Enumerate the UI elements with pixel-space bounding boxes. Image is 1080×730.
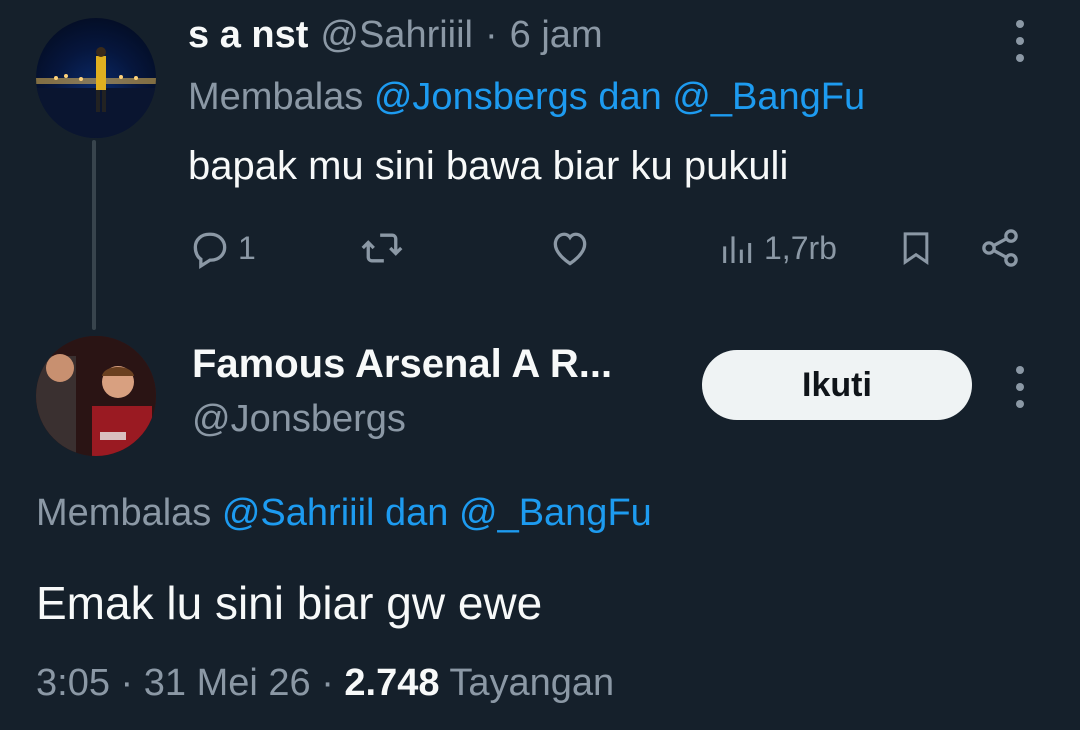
retweet-icon	[361, 233, 403, 263]
heart-icon	[553, 232, 587, 266]
reply-count: 1	[238, 229, 256, 266]
share-button[interactable]	[978, 222, 1022, 274]
replying-prefix: Membalas	[36, 492, 212, 534]
separator: ·	[120, 662, 134, 704]
date[interactable]: 31 Mei 26	[144, 662, 311, 704]
bookmark-button[interactable]	[896, 222, 936, 274]
views-button[interactable]: 1,7rb	[718, 222, 837, 274]
more-options-icon[interactable]	[1012, 16, 1028, 66]
replying-to: Membalas @Jonsbergs dan @_BangFu	[188, 76, 865, 119]
action-bar: 1 1,7rb	[188, 222, 1038, 274]
replying-to-users[interactable]: @Sahriiil dan @_BangFu	[222, 492, 652, 534]
more-options-icon[interactable]	[1012, 362, 1028, 412]
views-label[interactable]: Tayangan	[449, 662, 614, 704]
handle[interactable]: @Jonsbergs	[192, 398, 406, 441]
separator: ·	[485, 13, 498, 56]
avatar-photo	[36, 336, 156, 456]
tweet-text: Emak lu sini biar gw ewe	[36, 577, 543, 629]
handle[interactable]: @Sahriiil	[320, 14, 473, 57]
avatar[interactable]	[36, 18, 156, 138]
views-count: 2.748	[344, 662, 440, 704]
like-button[interactable]	[548, 222, 592, 274]
analytics-icon	[723, 236, 752, 263]
display-name[interactable]: Famous Arsenal A R...	[192, 342, 612, 387]
retweet-button[interactable]	[360, 222, 404, 274]
tweet-header: s a nst @Sahriiil · 6 jam	[188, 12, 603, 58]
replying-prefix: Membalas	[188, 76, 364, 118]
replying-to-users[interactable]: @Jonsbergs dan @_BangFu	[374, 76, 865, 118]
bookmark-icon	[903, 232, 929, 266]
display-name[interactable]: s a nst	[188, 14, 308, 57]
thread-line	[92, 140, 96, 330]
reply-button[interactable]: 1	[188, 222, 256, 274]
timestamp[interactable]: 6 jam	[510, 14, 603, 57]
avatar[interactable]	[36, 336, 156, 456]
tweet-meta: 3:05 · 31 Mei 26 · 2.748 Tayangan	[36, 662, 614, 705]
separator: ·	[321, 662, 334, 704]
tweet-text: bapak mu sini bawa biar ku pukuli	[188, 144, 789, 188]
share-icon	[982, 229, 1018, 267]
follow-button[interactable]: Ikuti	[702, 350, 972, 420]
reply-icon	[193, 232, 227, 269]
views-count: 1,7rb	[764, 229, 837, 266]
replying-to: Membalas @Sahriiil dan @_BangFu	[36, 492, 652, 535]
timestamp[interactable]: 3:05	[36, 662, 110, 704]
avatar-photo	[36, 47, 156, 138]
